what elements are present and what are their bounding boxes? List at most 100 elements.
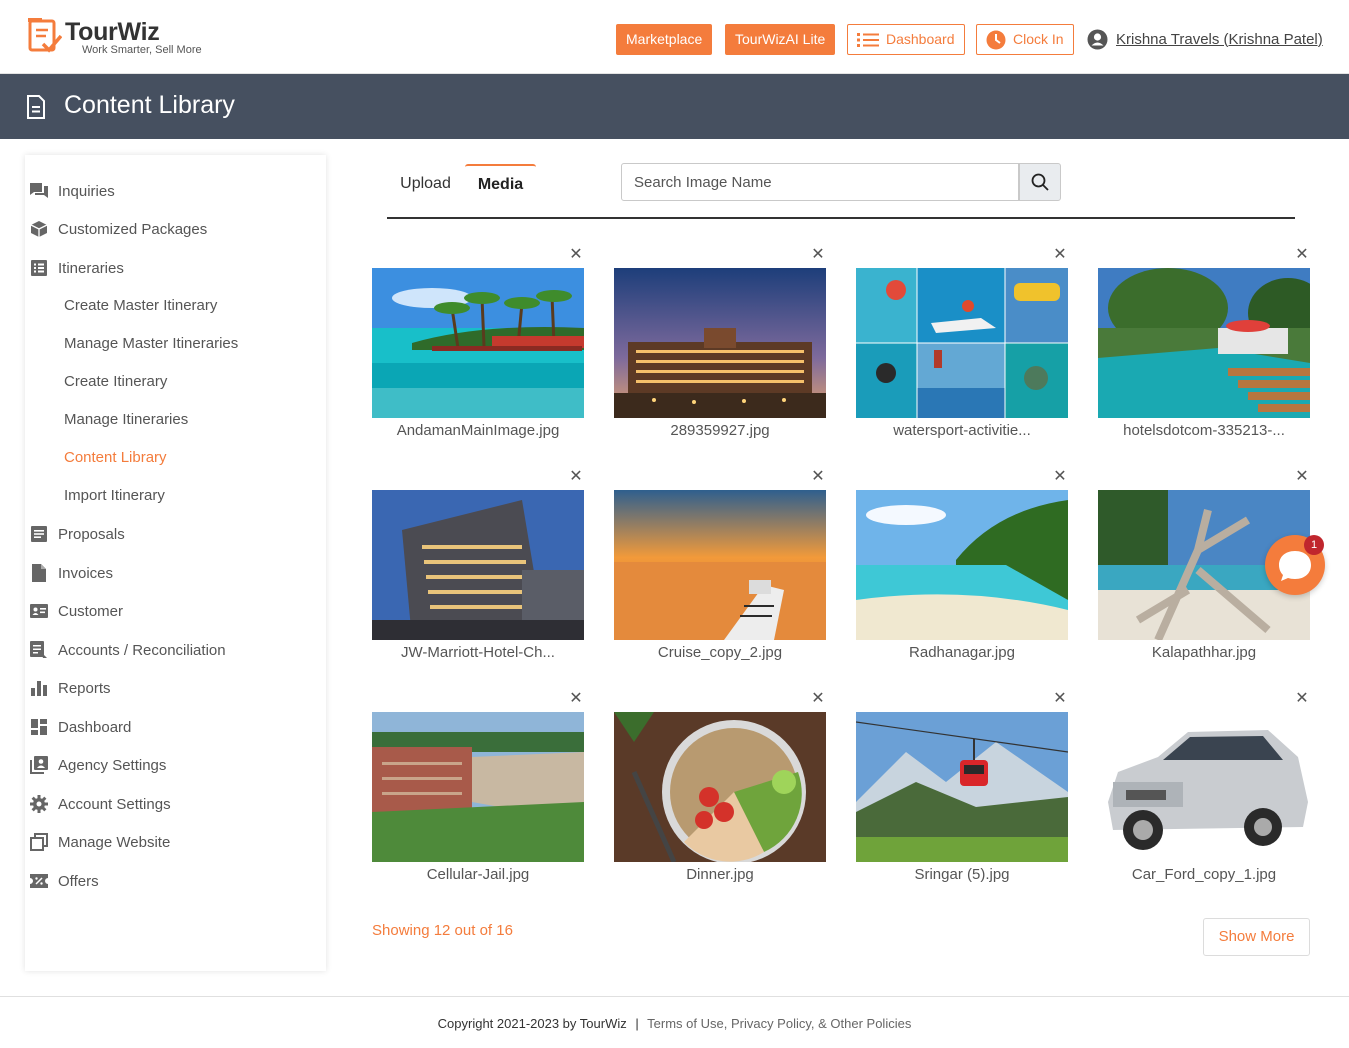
- footer-policies-link[interactable]: Terms of Use, Privacy Policy, & Other Po…: [647, 1016, 911, 1031]
- media-thumbnail[interactable]: [372, 268, 584, 418]
- sidebar-item-agency-settings[interactable]: Agency Settings: [30, 753, 166, 777]
- tab-upload[interactable]: Upload: [387, 164, 464, 204]
- bar-chart-icon: [30, 679, 48, 697]
- user-name[interactable]: Krishna Travels (Krishna Patel): [1116, 31, 1323, 48]
- media-thumbnail[interactable]: [614, 712, 826, 862]
- media-thumbnail[interactable]: [372, 490, 584, 640]
- delete-image-icon[interactable]: ✕: [1053, 469, 1067, 485]
- sidebar-item-invoices[interactable]: Invoices: [30, 561, 113, 585]
- media-caption: Cellular-Jail.jpg: [426, 866, 530, 883]
- file-icon: [30, 564, 48, 582]
- sidebar-item-itineraries[interactable]: Itineraries: [30, 256, 124, 280]
- tourwiz-ai-lite-button[interactable]: TourWizAI Lite: [725, 24, 836, 55]
- logo-icon: [28, 18, 62, 53]
- sidebar-subitem-create-itinerary[interactable]: Create Itinerary: [64, 371, 167, 393]
- sidebar-item-manage-website[interactable]: Manage Website: [30, 830, 170, 854]
- media-thumbnail[interactable]: [614, 268, 826, 418]
- sidebar-item-label: Manage Website: [58, 833, 171, 851]
- tab-media[interactable]: Media: [465, 164, 536, 204]
- sidebar-item-label: Customized Packages: [58, 220, 208, 238]
- person-box-icon: [30, 756, 48, 774]
- sidebar-item-label: Accounts / Reconciliation: [58, 641, 226, 659]
- clock-in-label: Clock In: [1013, 31, 1064, 47]
- dashboard-button-label: Dashboard: [886, 31, 955, 47]
- sidebar-item-inquiries[interactable]: Inquiries: [30, 179, 115, 203]
- tourwiz-logo[interactable]: TourWiz Work Smarter, Sell More: [28, 18, 218, 60]
- sidebar-item-label: Reports: [58, 679, 111, 697]
- sidebar-item-account-settings[interactable]: Account Settings: [30, 792, 171, 816]
- contact-card-icon: [30, 602, 48, 620]
- sidebar-item-label: Inquiries: [58, 182, 115, 200]
- chat-unread-badge: 1: [1304, 535, 1324, 555]
- sidebar-subitem-manage-master-itineraries[interactable]: Manage Master Itineraries: [64, 333, 238, 355]
- search-input[interactable]: [621, 163, 1019, 201]
- footer-separator: |: [635, 1016, 639, 1031]
- media-caption: Sringar (5).jpg: [914, 866, 1010, 883]
- media-thumbnail[interactable]: [1098, 268, 1310, 418]
- list-icon: [30, 259, 48, 277]
- media-caption: Radhanagar.jpg: [909, 644, 1015, 661]
- document-icon: [27, 95, 45, 119]
- media-caption: Cruise_copy_2.jpg: [657, 644, 783, 661]
- delete-image-icon[interactable]: ✕: [1295, 469, 1309, 485]
- delete-image-icon[interactable]: ✕: [1295, 691, 1309, 707]
- media-thumbnail[interactable]: [614, 490, 826, 640]
- delete-image-icon[interactable]: ✕: [811, 469, 825, 485]
- delete-image-icon[interactable]: ✕: [569, 691, 583, 707]
- delete-image-icon[interactable]: ✕: [811, 247, 825, 263]
- dashboard-button[interactable]: Dashboard: [847, 24, 965, 55]
- show-more-button[interactable]: Show More: [1203, 918, 1310, 956]
- sidebar-item-label: Proposals: [58, 525, 125, 543]
- user-avatar-icon: [1087, 29, 1108, 49]
- tab-divider: [387, 217, 1295, 219]
- delete-image-icon[interactable]: ✕: [569, 247, 583, 263]
- media-caption: watersport-activitie...: [893, 422, 1031, 439]
- sidebar-subitem-content-library[interactable]: Content Library: [64, 447, 167, 469]
- sidebar-item-proposals[interactable]: Proposals: [30, 522, 125, 546]
- footer: Copyright 2021-2023 by TourWiz | Terms o…: [0, 996, 1349, 1048]
- sidebar-item-label: Account Settings: [58, 795, 171, 813]
- sidebar-item-reports[interactable]: Reports: [30, 676, 111, 700]
- sidebar-item-accounts-reconciliation[interactable]: Accounts / Reconciliation: [30, 638, 226, 662]
- delete-image-icon[interactable]: ✕: [1295, 247, 1309, 263]
- grid-icon: [30, 718, 48, 736]
- user-menu[interactable]: Krishna Travels (Krishna Patel): [1087, 27, 1323, 51]
- package-icon: [30, 220, 48, 238]
- sidebar-item-customized-packages[interactable]: Customized Packages: [30, 217, 207, 241]
- media-thumbnail[interactable]: [856, 268, 1068, 418]
- media-caption: JW-Marriott-Hotel-Ch...: [401, 644, 555, 661]
- brand-tagline: Work Smarter, Sell More: [82, 44, 202, 56]
- delete-image-icon[interactable]: ✕: [1053, 247, 1067, 263]
- ledger-icon: [30, 641, 48, 659]
- chat-icon: [30, 182, 48, 200]
- delete-image-icon[interactable]: ✕: [811, 691, 825, 707]
- sidebar-item-label: Customer: [58, 602, 124, 620]
- media-thumbnail[interactable]: [856, 712, 1068, 862]
- sidebar-subitem-import-itinerary[interactable]: Import Itinerary: [64, 485, 165, 507]
- media-thumbnail[interactable]: [856, 490, 1068, 640]
- document-lines-icon: [30, 525, 48, 543]
- sidebar-item-dashboard[interactable]: Dashboard: [30, 715, 131, 739]
- sidebar-item-label: Itineraries: [58, 259, 124, 277]
- ticket-icon: [30, 872, 48, 890]
- media-thumbnail[interactable]: [372, 712, 584, 862]
- chat-widget-button[interactable]: 1: [1265, 535, 1325, 595]
- sidebar-subitem-create-master-itinerary[interactable]: Create Master Itinerary: [64, 295, 217, 317]
- top-header: TourWiz Work Smarter, Sell More Marketpl…: [0, 0, 1349, 74]
- delete-image-icon[interactable]: ✕: [569, 469, 583, 485]
- sidebar-subitem-manage-itineraries[interactable]: Manage Itineraries: [64, 409, 188, 431]
- delete-image-icon[interactable]: ✕: [1053, 691, 1067, 707]
- sidebar-item-offers[interactable]: Offers: [30, 869, 99, 893]
- media-caption: hotelsdotcom-335213-...: [1123, 422, 1285, 439]
- sidebar-item-label: Invoices: [58, 564, 114, 582]
- clock-icon: [986, 30, 1006, 49]
- footer-copyright: Copyright 2021-2023 by TourWiz: [437, 1016, 627, 1031]
- media-thumbnail[interactable]: [1098, 712, 1310, 862]
- sidebar-item-customer[interactable]: Customer: [30, 599, 123, 623]
- marketplace-button[interactable]: Marketplace: [616, 24, 713, 55]
- page-title-bar: Content Library: [0, 74, 1349, 139]
- list-icon: [857, 32, 879, 47]
- brand-name: TourWiz: [65, 18, 160, 46]
- clock-in-button[interactable]: Clock In: [976, 24, 1074, 55]
- search-button[interactable]: [1019, 163, 1061, 201]
